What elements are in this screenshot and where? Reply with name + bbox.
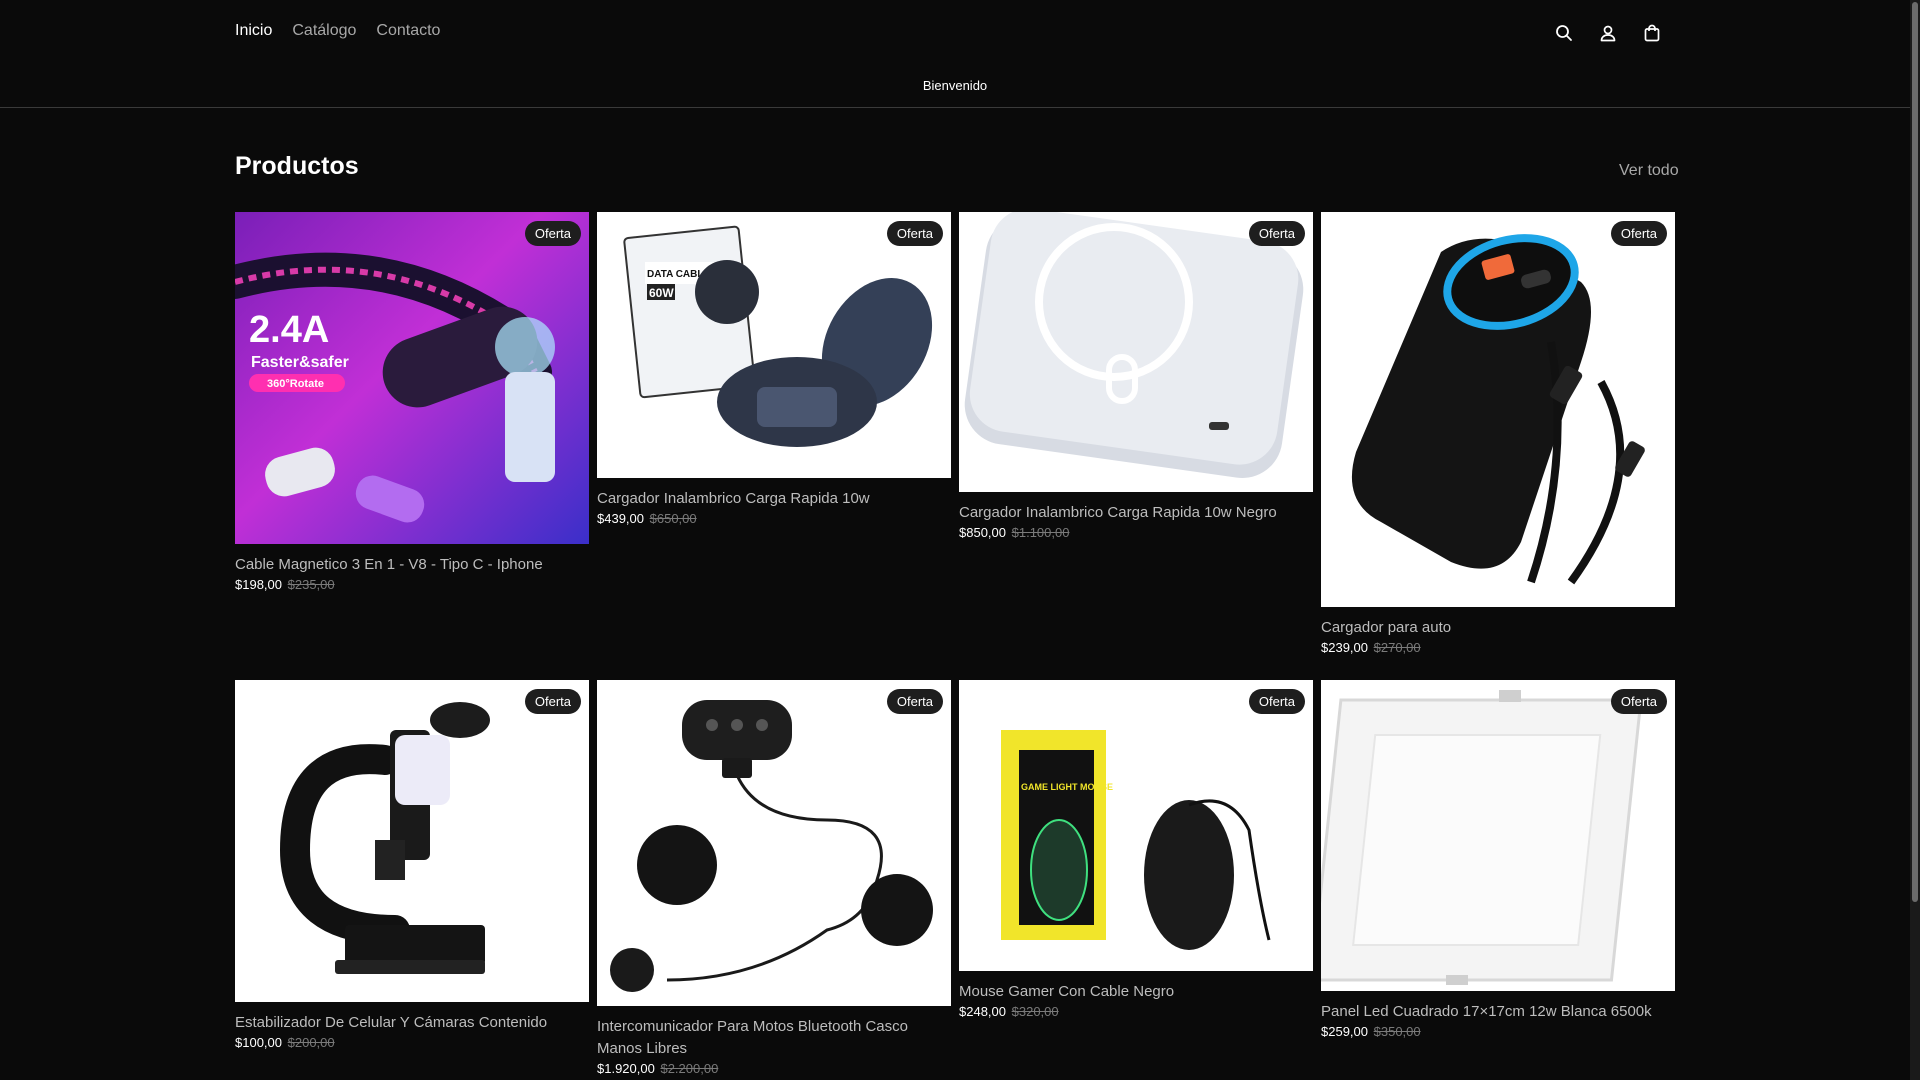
product-image[interactable]: 2.4A Faster&safer 360°Rotate Oferta [235,212,589,544]
product-price: $439,00 [597,511,644,526]
sale-badge: Oferta [1610,221,1667,246]
product-card[interactable]: Oferta Panel Led Cuadrado 17×17cm 12w Bl… [1321,680,1675,1039]
product-price: $1.920,00 [597,1061,655,1076]
account-icon[interactable] [1596,21,1620,45]
product-prices: $439,00 $650,00 [597,511,951,526]
product-name[interactable]: Cargador para auto [1321,617,1675,639]
image-text-tagline: Faster&safer [251,354,349,371]
sale-badge: Oferta [524,221,581,246]
image-text-model: V06 [1023,923,1045,937]
product-image[interactable]: Oferta [1321,212,1675,607]
product-card[interactable]: GAME LIGHT MOUSE V06 Oferta Mouse Gamer … [959,680,1313,1019]
view-all-link[interactable]: Ver todo [1619,162,1679,180]
image-text-mouse: GAME LIGHT MOUSE [1021,782,1113,792]
product-compare-price: $320,00 [1011,1004,1059,1019]
image-text-watt: 60W [649,286,674,300]
product-prices: $198,00 $235,00 [235,577,589,592]
page: Inicio Catálogo Contacto Bienvenido Prod… [0,0,1910,1080]
page-scrollbar[interactable] [1910,0,1920,1080]
product-image[interactable]: Oferta [1321,680,1675,991]
product-card[interactable]: Oferta Cargador para auto $239,00 $270,0… [1321,212,1675,655]
product-name[interactable]: Cargador Inalambrico Carga Rapida 10w [597,488,951,510]
product-compare-price: $235,00 [287,577,335,592]
product-price: $100,00 [235,1035,282,1050]
welcome-banner: Bienvenido [922,78,988,93]
product-prices: $248,00 $320,00 [959,1004,1313,1019]
product-image[interactable]: DATA CABLE SET 60W Oferta [597,212,951,478]
header-actions [1552,21,1664,45]
product-compare-price: $200,00 [287,1035,335,1050]
product-price: $198,00 [235,577,282,592]
sale-badge: Oferta [524,689,581,714]
product-image[interactable]: Oferta [959,212,1313,492]
product-prices: $100,00 $200,00 [235,1035,589,1050]
product-name[interactable]: Intercomunicador Para Motos Bluetooth Ca… [597,1016,951,1060]
product-price: $239,00 [1321,640,1368,655]
product-card[interactable]: DATA CABLE SET 60W Oferta Cargador Inala… [597,212,951,526]
product-prices: $239,00 $270,00 [1321,640,1675,655]
product-card[interactable]: Oferta Cargador Inalambrico Carga Rapida… [959,212,1313,540]
main-nav: Inicio Catálogo Contacto [235,22,440,40]
nav-link-catalogo[interactable]: Catálogo [292,22,356,40]
product-prices: $850,00 $1.100,00 [959,525,1313,540]
product-compare-price: $270,00 [1373,640,1421,655]
product-image[interactable]: GAME LIGHT MOUSE V06 Oferta [959,680,1313,971]
product-image[interactable]: Oferta [597,680,951,1006]
sale-badge: Oferta [1610,689,1667,714]
image-text-amp: 2.4A [249,309,329,351]
product-compare-price: $350,00 [1373,1024,1421,1039]
site-header: Inicio Catálogo Contacto Bienvenido [0,0,1910,108]
image-text-rotate: 360°Rotate [267,378,324,390]
nav-link-contacto[interactable]: Contacto [376,22,440,40]
product-name[interactable]: Estabilizador De Celular Y Cámaras Conte… [235,1012,589,1034]
nav-link-inicio[interactable]: Inicio [235,22,272,40]
sale-badge: Oferta [1248,221,1305,246]
search-icon[interactable] [1552,21,1576,45]
sale-badge: Oferta [886,221,943,246]
product-price: $248,00 [959,1004,1006,1019]
sale-badge: Oferta [886,689,943,714]
product-compare-price: $1.100,00 [1011,525,1070,540]
product-prices: $259,00 $350,00 [1321,1024,1675,1039]
sale-badge: Oferta [1248,689,1305,714]
product-price: $259,00 [1321,1024,1368,1039]
cart-icon[interactable] [1640,21,1664,45]
product-card[interactable]: Oferta Estabilizador De Celular Y Cámara… [235,680,589,1050]
product-prices: $1.920,00 $2.200,00 [597,1061,951,1076]
product-card[interactable]: Oferta Intercomunicador Para Motos Bluet… [597,680,951,1076]
product-name[interactable]: Cable Magnetico 3 En 1 - V8 - Tipo C - I… [235,554,589,576]
product-name[interactable]: Cargador Inalambrico Carga Rapida 10w Ne… [959,502,1313,524]
product-card[interactable]: 2.4A Faster&safer 360°Rotate Oferta Cabl… [235,212,589,592]
product-name[interactable]: Panel Led Cuadrado 17×17cm 12w Blanca 65… [1321,1001,1675,1023]
product-price: $850,00 [959,525,1006,540]
product-compare-price: $650,00 [649,511,697,526]
scrollbar-thumb[interactable] [1912,2,1918,902]
product-compare-price: $2.200,00 [660,1061,719,1076]
product-name[interactable]: Mouse Gamer Con Cable Negro [959,981,1313,1003]
product-image[interactable]: Oferta [235,680,589,1002]
section-title: Productos [235,152,359,180]
